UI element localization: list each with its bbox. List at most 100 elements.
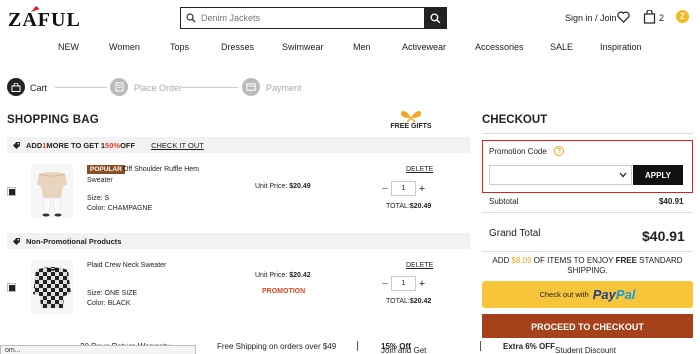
product-size: Size: ONE SIZE xyxy=(87,290,138,297)
product-name[interactable]: Plaid Crew Neck Sweater xyxy=(87,262,166,269)
ship-msg-amount: $8.09 xyxy=(511,256,532,265)
decrease-qty-button[interactable]: − xyxy=(379,278,391,290)
total-label: TOTAL: xyxy=(386,203,410,210)
wishlist-heart-icon[interactable] xyxy=(617,11,630,23)
step-divider xyxy=(182,87,238,88)
unit-price: $20.42 xyxy=(289,272,311,279)
free-gifts-label: FREE GIFTS xyxy=(390,123,432,130)
search-bar[interactable] xyxy=(180,7,447,29)
promo-bar-text: MORE TO GET 1 xyxy=(46,140,106,150)
product-color: Color: CHAMPAGNE xyxy=(87,205,153,212)
paypal-label: Check out with xyxy=(539,290,589,299)
nav-item-new[interactable]: NEW xyxy=(58,42,79,52)
step-cart-icon xyxy=(7,78,25,96)
product-color: Color: BLACK xyxy=(87,300,131,307)
promo-offer-bar: ADD 1 MORE TO GET 1 50% OFF CHECK IT OUT xyxy=(7,137,470,153)
promo-bar-percent: 50% xyxy=(105,140,121,150)
nav-item-men[interactable]: Men xyxy=(353,42,371,52)
nav-item-activewear[interactable]: Activewear xyxy=(402,42,446,52)
shopping-bag-icon[interactable] xyxy=(643,10,656,24)
free-shipping-text: Free Shipping on orders over $49 xyxy=(217,342,337,351)
tag-icon xyxy=(13,141,20,149)
quantity-input[interactable]: 1 xyxy=(391,276,416,291)
promo-code-label: Promotion Code xyxy=(489,147,547,156)
promotion-link[interactable]: PROMOTION xyxy=(262,288,305,295)
santa-hat-icon xyxy=(31,6,40,12)
apply-button[interactable]: APPLY xyxy=(633,165,683,185)
ship-msg-text: OF ITEMS TO ENJOY xyxy=(531,256,616,265)
non-promo-bar: Non-Promotional Products xyxy=(7,233,470,249)
divider xyxy=(480,341,481,351)
check-it-out-link[interactable]: CHECK IT OUT xyxy=(151,141,204,150)
nav-item-dresses[interactable]: Dresses xyxy=(221,42,254,52)
step-place-order-icon xyxy=(110,78,128,96)
item-checkbox[interactable] xyxy=(7,283,16,292)
search-input[interactable] xyxy=(201,8,424,28)
step-label-payment: Payment xyxy=(266,83,302,93)
help-icon[interactable]: ? xyxy=(554,146,564,156)
proceed-to-checkout-button[interactable]: PROCEED TO CHECKOUT xyxy=(482,314,693,340)
checkout-title: CHECKOUT xyxy=(482,114,548,126)
promo-bar-text: ADD xyxy=(26,140,43,150)
shopping-bag-title: SHOPPING BAG xyxy=(7,114,99,126)
divider xyxy=(357,341,358,351)
search-button[interactable] xyxy=(424,8,446,28)
nav-item-inspiration[interactable]: Inspiration xyxy=(600,42,642,52)
nav-item-accessories[interactable]: Accessories xyxy=(475,42,524,52)
divider xyxy=(482,212,693,213)
search-icon xyxy=(429,12,440,23)
nav-item-swimwear[interactable]: Swimwear xyxy=(282,42,324,52)
zaful-coin-icon[interactable]: Z xyxy=(676,10,689,23)
popular-badge: POPULAR xyxy=(87,165,125,174)
step-payment-icon xyxy=(242,78,260,96)
quantity-stepper[interactable]: − 1 + xyxy=(379,276,428,291)
grand-total-value: $40.91 xyxy=(642,228,685,244)
search-icon xyxy=(181,8,201,28)
quantity-input[interactable]: 1 xyxy=(391,181,416,196)
item-total: $20.42 xyxy=(409,298,432,305)
decrease-qty-button[interactable]: − xyxy=(379,183,391,195)
product-size: Size: S xyxy=(87,195,110,202)
nav-item-women[interactable]: Women xyxy=(109,42,140,52)
subtotal-value: $40.91 xyxy=(659,197,684,206)
join-discount-text: Join and Get 15% Off xyxy=(381,342,427,354)
item-total: $20.49 xyxy=(409,203,432,210)
total-label: TOTAL: xyxy=(386,298,410,305)
gift-bow-icon xyxy=(400,111,422,122)
product-name-cont[interactable]: Sweater xyxy=(87,177,113,184)
delete-link[interactable]: DELETE xyxy=(406,166,433,173)
nav-item-tops[interactable]: Tops xyxy=(170,42,189,52)
signin-link[interactable]: Sign in / Join xyxy=(565,13,617,23)
student-discount-text: Extra 6% OFF Student Discount xyxy=(503,342,616,354)
product-name[interactable]: Off Shoulder Ruffle Hem xyxy=(123,166,199,173)
free-gifts-link[interactable]: FREE GIFTS xyxy=(388,108,434,130)
promo-bar-text: OFF xyxy=(120,140,136,150)
step-label-cart: Cart xyxy=(30,83,48,93)
chevron-down-icon xyxy=(619,172,627,178)
grand-total-label: Grand Total xyxy=(489,228,541,239)
non-promo-label: Non-Promotional Products xyxy=(26,236,122,246)
ship-msg-free: FREE xyxy=(615,256,637,265)
promo-code-select[interactable] xyxy=(489,165,632,185)
increase-qty-button[interactable]: + xyxy=(416,183,428,195)
product-image-off-shoulder-sweater[interactable] xyxy=(31,164,73,218)
subtotal-label: Subtotal xyxy=(489,197,519,206)
divider xyxy=(482,133,693,134)
increase-qty-button[interactable]: + xyxy=(416,278,428,290)
tag-icon xyxy=(13,237,20,245)
step-divider xyxy=(55,87,107,88)
nav-item-sale[interactable]: SALE xyxy=(550,42,573,52)
item-checkbox[interactable] xyxy=(7,187,16,196)
paypal-checkout-button[interactable]: Check out with PayPal xyxy=(482,281,693,308)
paypal-logo: PayPal xyxy=(592,287,636,302)
quantity-stepper[interactable]: − 1 + xyxy=(379,181,428,196)
status-tooltip: om... xyxy=(0,345,196,354)
ship-msg-text: ADD xyxy=(492,256,512,265)
step-label-place-order: Place Order xyxy=(134,83,183,93)
main-nav: NEW Women Tops Dresses Swimwear Men Acti… xyxy=(0,42,700,56)
zaful-logo[interactable]: ZAFUL xyxy=(8,6,81,32)
unit-price-label: Unit Price: xyxy=(255,272,288,279)
product-image-plaid-sweater[interactable] xyxy=(31,260,73,314)
free-shipping-message: ADD $8.09 OF ITEMS TO ENJOY FREE STANDAR… xyxy=(482,256,693,276)
delete-link[interactable]: DELETE xyxy=(406,262,433,269)
